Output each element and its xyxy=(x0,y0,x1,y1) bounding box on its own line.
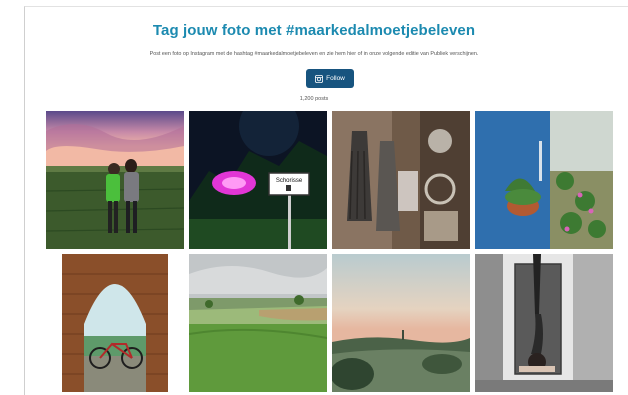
photo-sunset-couple[interactable] xyxy=(46,111,184,249)
page-subtitle: Post een foto op Instagram met de hashta… xyxy=(149,51,479,57)
photo-bicycle-arch[interactable] xyxy=(46,254,184,392)
photo-blue-wall-plants[interactable] xyxy=(475,111,613,249)
post-count: 1,200 posts xyxy=(299,96,329,102)
follow-label: Follow xyxy=(326,75,345,82)
photo-handstand[interactable] xyxy=(475,254,613,392)
instagram-icon xyxy=(315,74,324,83)
photo-green-fields[interactable] xyxy=(189,254,327,392)
road-sign-text: Schorisse xyxy=(276,178,303,184)
follow-button[interactable]: Follow xyxy=(306,69,354,88)
photo-dusk-valley[interactable] xyxy=(332,254,470,392)
photo-antique-tassels[interactable] xyxy=(332,111,470,249)
page-title: Tag jouw foto met #maarkedalmoetjebeleve… xyxy=(152,22,476,39)
photo-night-roadsign[interactable]: Schorisse xyxy=(189,111,327,249)
